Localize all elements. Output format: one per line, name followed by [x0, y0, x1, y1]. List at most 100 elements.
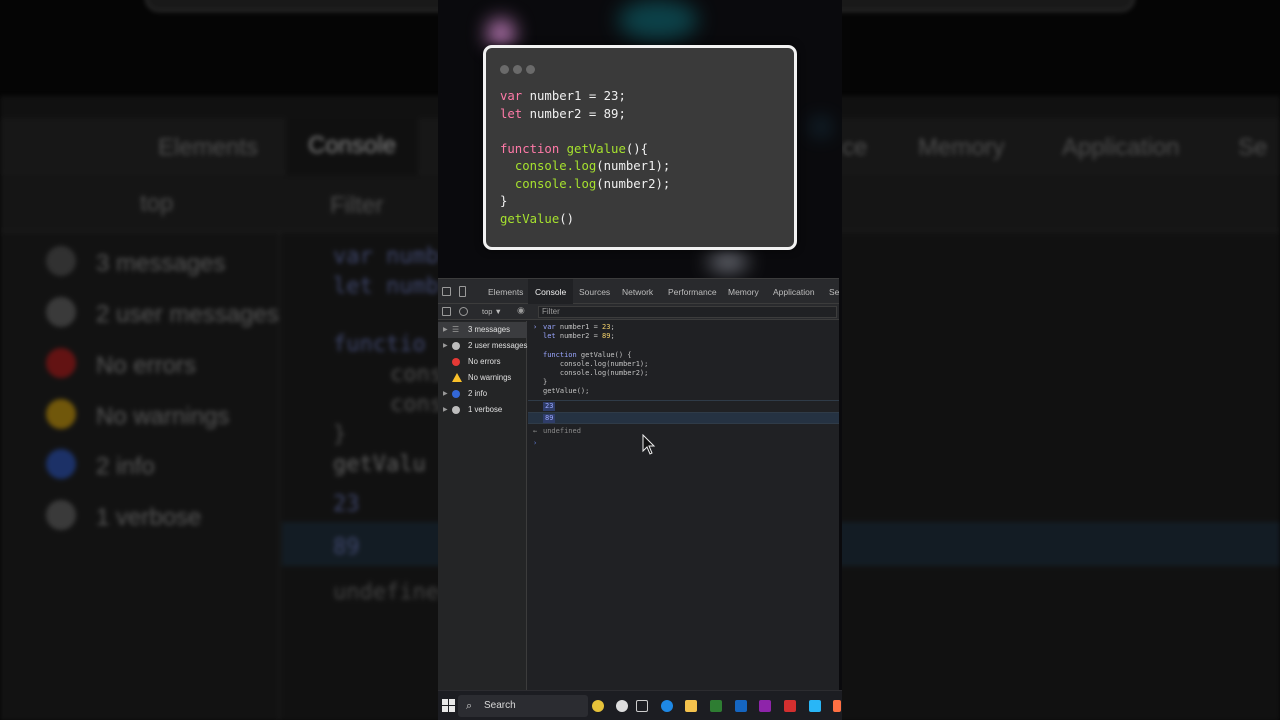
app-icon[interactable] — [759, 700, 771, 712]
return-value: undefined — [543, 427, 581, 435]
bg-side-warnings: No warnings — [96, 403, 230, 430]
code-token: console.log(number2); — [543, 369, 649, 378]
console-input-code: var number1 = 23; let number2 = 89; func… — [543, 323, 648, 397]
file-explorer-icon[interactable] — [685, 700, 697, 712]
bg-code-line: cons — [390, 392, 443, 417]
code-token: console.log(number1); — [543, 359, 649, 368]
code-token: number1 = 23; — [522, 89, 626, 103]
bg-list-icon — [46, 246, 76, 276]
bg-side-user: 2 user messages — [96, 301, 279, 328]
bg-code-line: cons — [390, 362, 443, 387]
return-arrow-icon: ← — [533, 427, 538, 435]
code-token: function — [543, 350, 577, 359]
code-token: number2 = 89; — [522, 106, 626, 121]
code-token: (number1); — [596, 159, 671, 173]
code-token: getValue() { — [576, 350, 632, 359]
app-icon[interactable] — [833, 700, 841, 712]
code-token: getValue — [500, 211, 560, 226]
devtools-panel: Elements Console Sources Network Perform… — [438, 278, 839, 691]
bg-error-icon — [46, 348, 76, 378]
tab-sources[interactable]: Sources — [572, 279, 617, 304]
bg-user-icon — [46, 297, 76, 327]
console-prompt-icon[interactable]: › — [533, 439, 537, 447]
expand-arrow-icon[interactable]: ▶ — [443, 386, 448, 402]
log-value: 89 — [543, 414, 556, 423]
code-token: (){ — [625, 141, 649, 156]
inspect-element-icon[interactable] — [442, 287, 451, 296]
warning-icon — [452, 373, 462, 382]
taskbar-search[interactable]: ⌕ Search — [458, 695, 588, 717]
sidebar-item-info[interactable]: ▶ 2 info — [438, 386, 527, 402]
bg-glow — [708, 255, 748, 269]
search-icon: ⌕ — [466, 700, 473, 712]
bg-side-errors: No errors — [96, 352, 197, 379]
bg-side-verbose: 1 verbose — [96, 504, 202, 531]
mouse-cursor-icon — [642, 434, 656, 455]
sidebar-item-label: No warnings — [468, 373, 512, 382]
bg-side-messages: 3 messages — [96, 250, 226, 277]
windows-start-icon[interactable] — [442, 699, 455, 712]
weather-icon[interactable] — [616, 700, 628, 712]
sidebar-item-label: 2 user messages — [468, 341, 528, 350]
search-label: Search — [484, 700, 516, 711]
bg-output: 89 — [333, 535, 360, 560]
expand-arrow-icon[interactable]: ▶ — [443, 338, 448, 354]
sidebar-item-label: 3 messages — [468, 325, 511, 334]
window-dot-icon — [513, 65, 522, 74]
sidebar-toggle-icon[interactable] — [442, 307, 451, 316]
tab-application[interactable]: Application — [766, 279, 822, 304]
expand-arrow-icon[interactable]: ▶ — [443, 402, 448, 418]
console-output[interactable]: › var number1 = 23; let number2 = 89; fu… — [528, 321, 839, 691]
filter-input[interactable]: Filter — [538, 306, 837, 318]
device-toolbar-icon[interactable] — [459, 286, 466, 297]
window-dot-icon — [526, 65, 535, 74]
code-token: var — [500, 89, 523, 103]
store-icon[interactable] — [710, 700, 722, 712]
app-icon[interactable] — [784, 700, 796, 712]
tab-security[interactable]: Se — [822, 279, 846, 304]
bg-tab-elements: Elements — [158, 134, 259, 161]
clear-console-icon[interactable] — [459, 307, 468, 316]
mail-icon[interactable] — [735, 700, 747, 712]
console-log-row[interactable]: 89 — [528, 412, 839, 424]
eye-icon[interactable]: ◉ — [517, 305, 525, 316]
list-icon: ☰ — [452, 325, 460, 334]
app-icon[interactable] — [809, 700, 821, 712]
tab-memory[interactable]: Memory — [721, 279, 766, 304]
bg-filter: Filter — [330, 192, 384, 219]
code-token: (number2); — [596, 176, 671, 191]
user-icon — [452, 342, 460, 350]
expand-arrow-icon[interactable]: ▶ — [443, 322, 448, 338]
bg-info-icon — [46, 449, 76, 479]
error-icon — [452, 358, 460, 366]
console-log-row[interactable]: 23 — [528, 400, 839, 412]
sidebar-item-errors[interactable]: No errors — [438, 354, 527, 370]
code-token: ; — [610, 323, 615, 331]
tab-performance[interactable]: Performance — [661, 279, 724, 304]
sidebar-item-user-messages[interactable]: ▶ 2 user messages — [438, 338, 527, 354]
tab-elements[interactable]: Elements — [481, 279, 530, 304]
sidebar-item-verbose[interactable]: ▶ 1 verbose — [438, 402, 527, 418]
sidebar-item-messages[interactable]: ▶ ☰ 3 messages — [438, 322, 527, 338]
task-view-icon[interactable] — [636, 700, 648, 712]
devtools-tab-bar: Elements Console Sources Network Perform… — [438, 279, 839, 304]
bg-code-line: let numb — [333, 274, 439, 299]
bg-code-line: var numb — [333, 244, 439, 269]
code-token: console.log — [514, 176, 597, 191]
bg-code-line: functio — [333, 332, 426, 357]
widgets-icon[interactable] — [592, 700, 604, 712]
bg-warning-icon — [46, 399, 76, 429]
bg-side-info: 2 info — [96, 453, 155, 480]
bg-output: 23 — [333, 492, 360, 517]
edge-icon[interactable] — [661, 700, 673, 712]
tab-network[interactable]: Network — [615, 279, 660, 304]
sidebar-item-warnings[interactable]: No warnings — [438, 370, 527, 386]
code-token: } — [500, 194, 508, 208]
code-token: let — [543, 332, 556, 341]
context-selector[interactable]: top ▼ — [482, 307, 502, 316]
sidebar-item-label: No errors — [468, 357, 501, 366]
bug-icon — [452, 406, 460, 414]
bg-tab-application: Application — [1062, 134, 1180, 161]
tab-console[interactable]: Console — [528, 279, 574, 304]
window-dot-icon — [500, 65, 509, 74]
